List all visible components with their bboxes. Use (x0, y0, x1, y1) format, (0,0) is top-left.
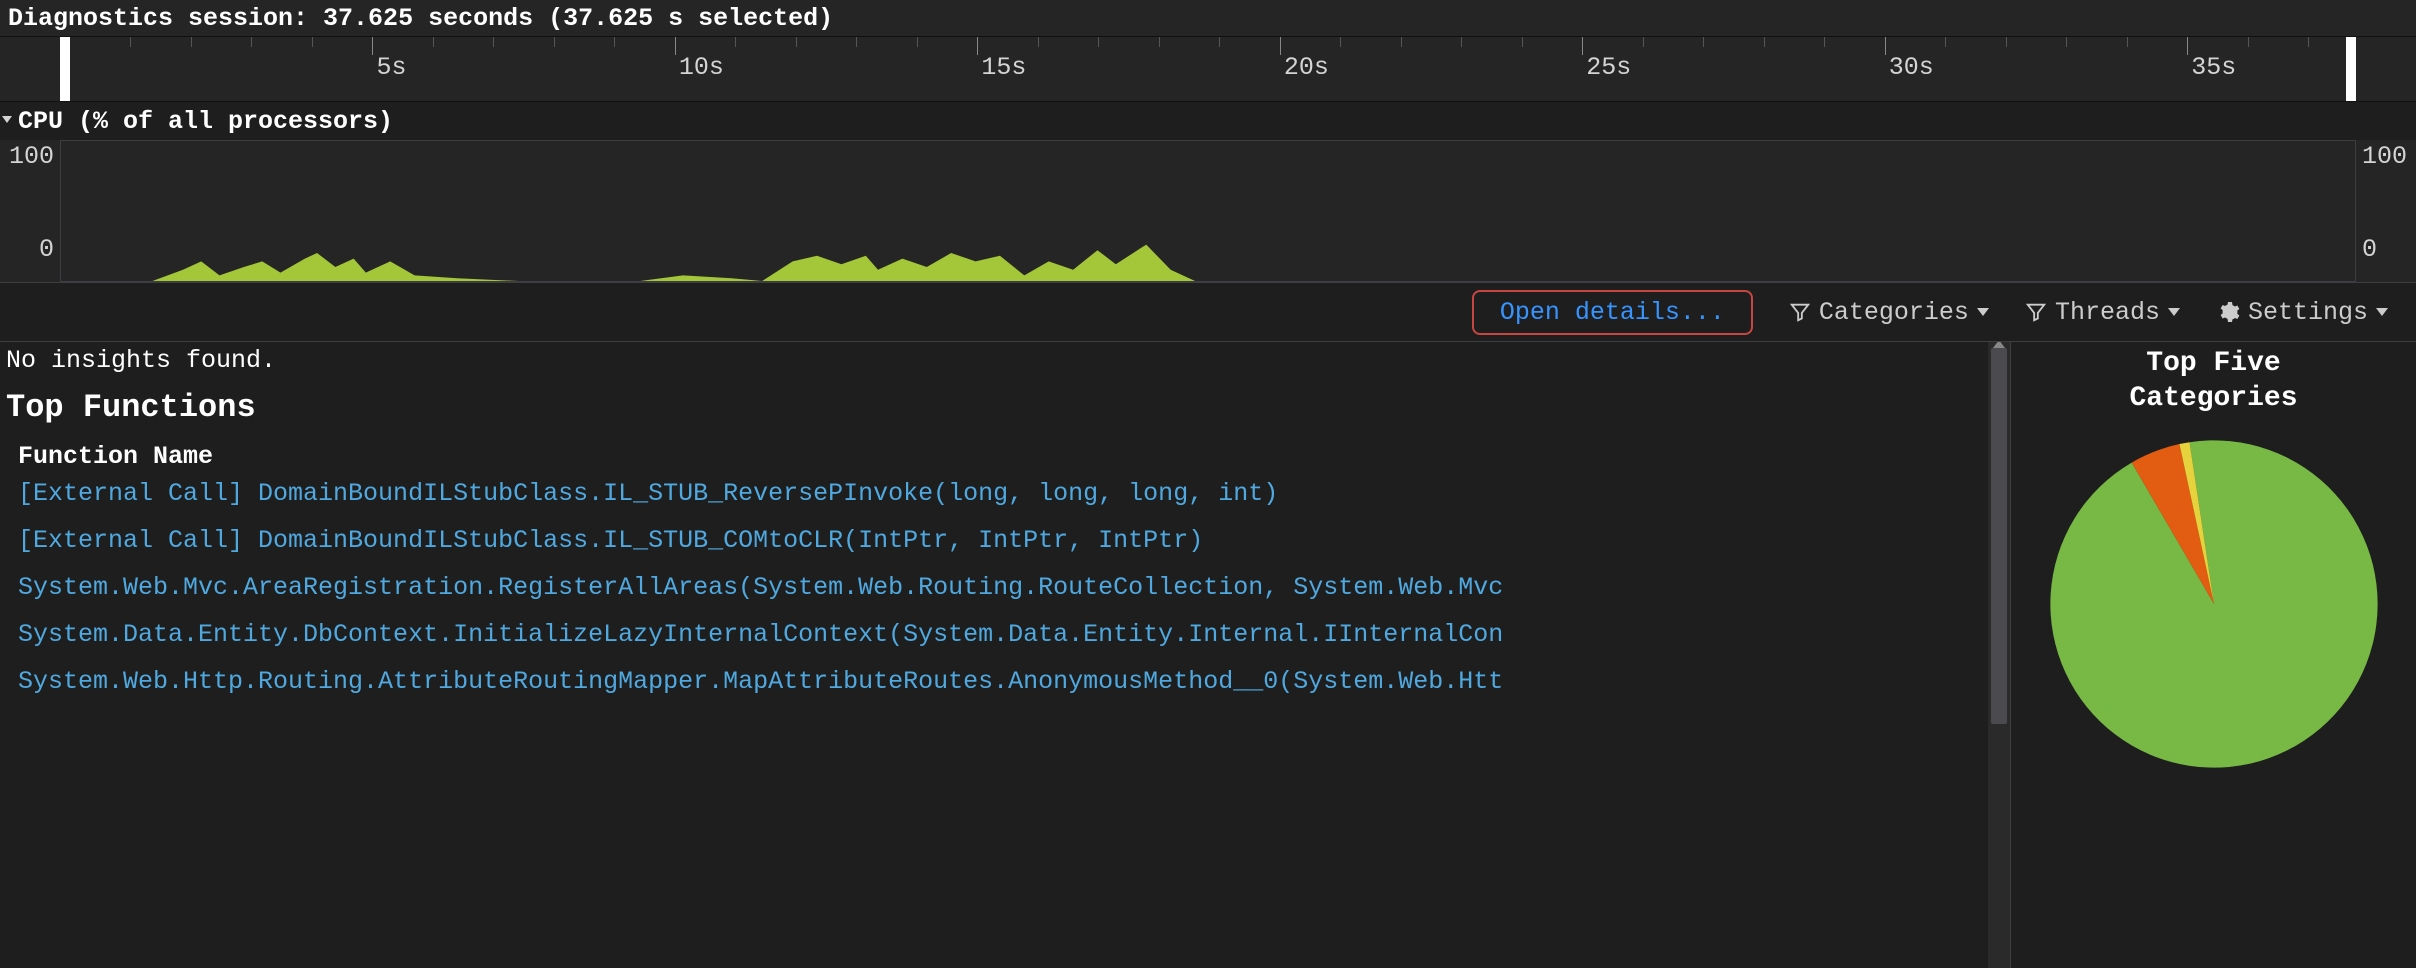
session-header-text: Diagnostics session: 37.625 seconds (37.… (8, 4, 833, 33)
cpu-section-header[interactable]: CPU (% of all processors) (0, 102, 2416, 140)
function-link[interactable]: [External Call] DomainBoundILStubClass.I… (18, 526, 2010, 555)
cpu-plot-area[interactable] (60, 140, 2356, 282)
cpu-axis-top-r: 100 (2362, 142, 2410, 171)
timeline-tick-label: 20s (1284, 53, 1329, 82)
functions-panel: No insights found. Top Functions Functio… (0, 342, 2010, 968)
function-link[interactable]: System.Web.Http.Routing.AttributeRouting… (18, 667, 2010, 696)
filter-icon (2025, 301, 2047, 323)
categories-dropdown[interactable]: Categories (1789, 298, 1989, 327)
cpu-axis-bottom-r: 0 (2362, 235, 2410, 264)
chevron-down-icon (2, 116, 12, 123)
function-list: [External Call] DomainBoundILStubClass.I… (6, 479, 2010, 696)
chevron-down-icon (1977, 308, 1989, 316)
categories-pie-panel: Top Five Categories (2010, 342, 2416, 968)
main-content: No insights found. Top Functions Functio… (0, 342, 2416, 968)
cpu-axis-top: 100 (6, 142, 54, 171)
timeline-tick-label: 15s (981, 53, 1026, 82)
timeline-ruler[interactable]: 5s 10s 15s 20s 25s 30s 35s (0, 36, 2416, 102)
top-functions-heading: Top Functions (6, 385, 2010, 442)
chevron-down-icon (2376, 308, 2388, 316)
open-details-label: Open details... (1500, 298, 1725, 327)
settings-dropdown[interactable]: Settings (2216, 298, 2388, 327)
scrollbar[interactable] (1988, 342, 2010, 968)
cpu-axis-bottom: 0 (6, 235, 54, 264)
function-link[interactable]: System.Web.Mvc.AreaRegistration.Register… (18, 573, 2010, 602)
timeline-tick-label: 35s (2191, 53, 2236, 82)
cpu-section-label: CPU (% of all processors) (18, 107, 393, 136)
cpu-sparkline (61, 141, 2355, 281)
chevron-down-icon (2168, 308, 2180, 316)
categories-pie-chart[interactable] (2034, 424, 2394, 784)
toolbar: Open details... Categories Threads Setti… (0, 282, 2416, 342)
threads-label: Threads (2055, 298, 2160, 327)
function-link[interactable]: [External Call] DomainBoundILStubClass.I… (18, 479, 2010, 508)
function-link[interactable]: System.Data.Entity.DbContext.InitializeL… (18, 620, 2010, 649)
timeline-tick-label: 25s (1586, 53, 1631, 82)
timeline-tick-label: 10s (679, 53, 724, 82)
categories-label: Categories (1819, 298, 1969, 327)
settings-label: Settings (2248, 298, 2368, 327)
gear-icon (2216, 300, 2240, 324)
cpu-axis-right: 100 0 (2356, 140, 2416, 282)
filter-icon (1789, 301, 1811, 323)
function-name-column-header: Function Name (6, 442, 2010, 479)
timeline-tick-label: 30s (1889, 53, 1934, 82)
cpu-graph[interactable]: 100 0 100 0 (0, 140, 2416, 282)
no-insights-text: No insights found. (6, 342, 2010, 385)
cpu-axis-left: 100 0 (0, 140, 60, 282)
scroll-thumb[interactable] (1991, 348, 2007, 724)
session-header: Diagnostics session: 37.625 seconds (37.… (0, 0, 2416, 36)
pie-title: Top Five Categories (2129, 342, 2297, 424)
threads-dropdown[interactable]: Threads (2025, 298, 2180, 327)
open-details-link[interactable]: Open details... (1472, 290, 1753, 335)
timeline-tick-label: 5s (376, 53, 406, 82)
